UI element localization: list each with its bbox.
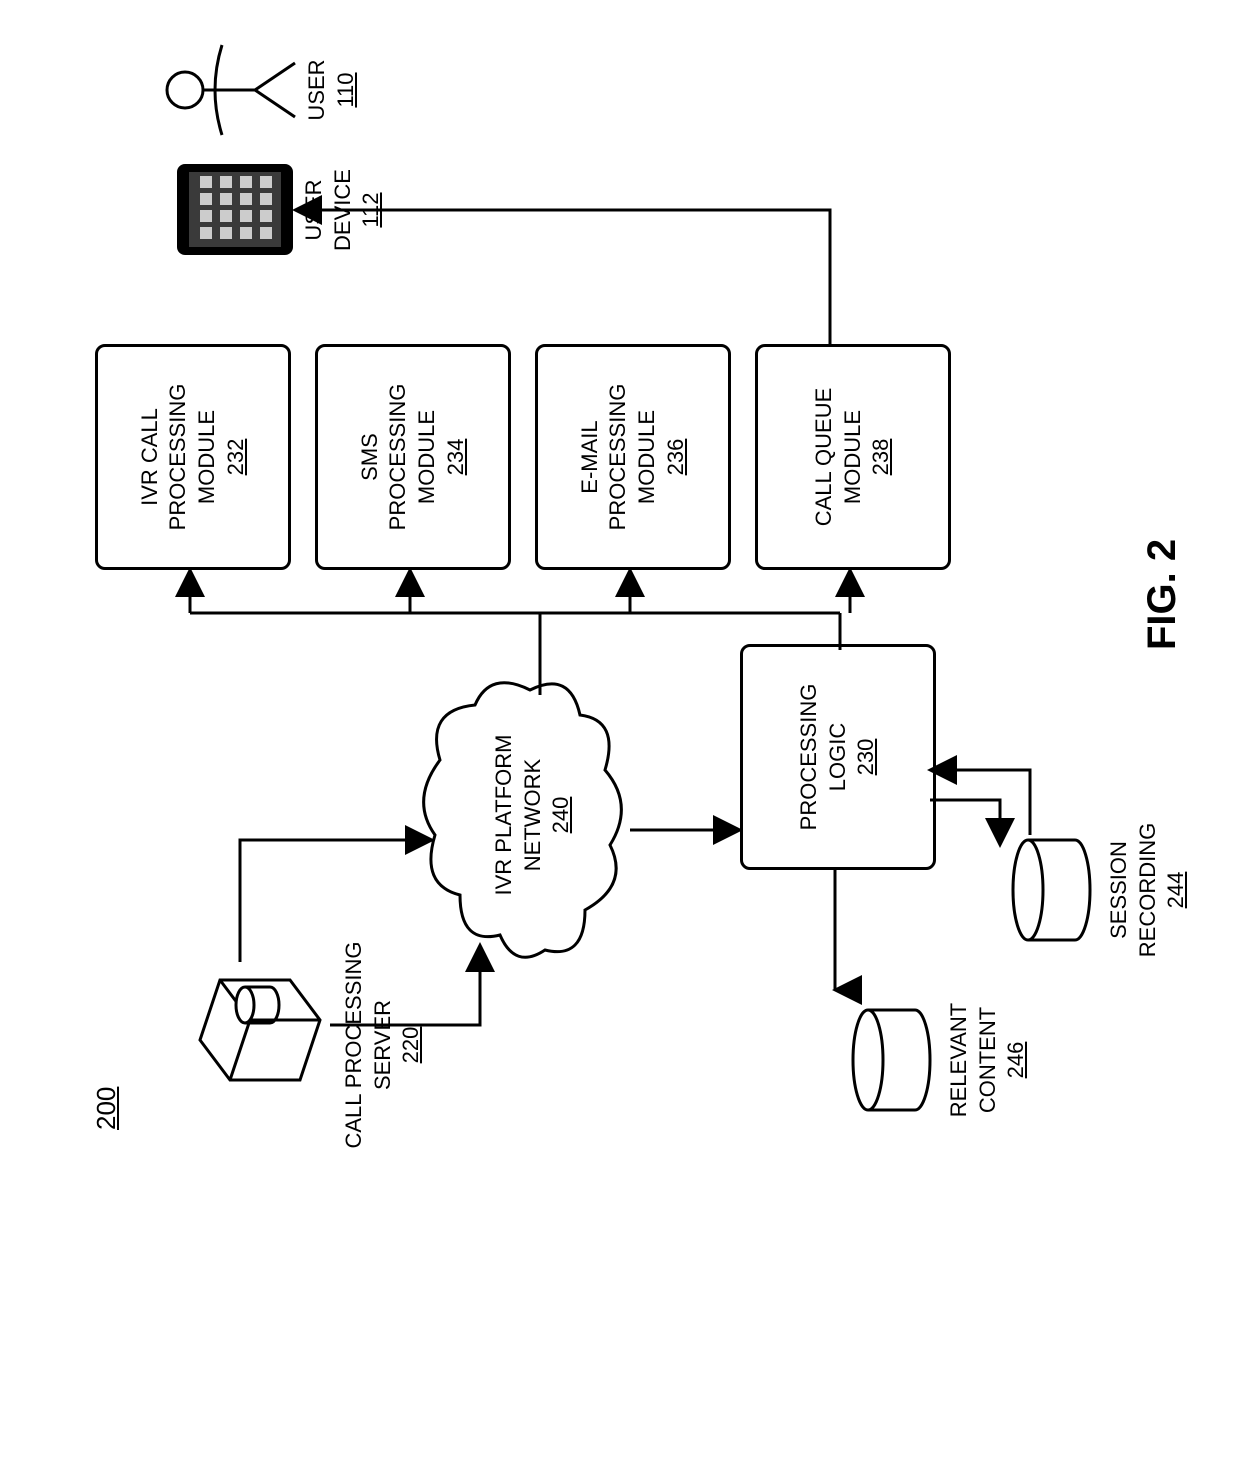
- relevant-content-db-icon: [850, 1000, 940, 1120]
- sms-module-box: SMS PROCESSING MODULE 234: [315, 344, 511, 570]
- call-queue-module-box: CALL QUEUE MODULE 238: [755, 344, 951, 570]
- user-device-label: USER DEVICE 112: [300, 160, 386, 260]
- relevant-content-label: RELEVANT CONTENT 246: [945, 975, 1031, 1145]
- figure-label: FIG. 2: [1140, 539, 1185, 650]
- figure-reference: 200: [90, 1087, 124, 1130]
- person-icon: [160, 35, 300, 145]
- processing-logic-box: PROCESSING LOGIC 230: [740, 644, 936, 870]
- ivr-call-module-box: IVR CALL PROCESSING MODULE 232: [95, 344, 291, 570]
- session-recording-label: SESSION RECORDING 244: [1105, 805, 1191, 975]
- email-module-box: E-MAIL PROCESSING MODULE 236: [535, 344, 731, 570]
- session-recording-db-icon: [1010, 830, 1100, 950]
- ivr-platform-network-label: IVR PLATFORM NETWORK 240: [490, 725, 576, 905]
- user-label: USER 110: [303, 50, 360, 130]
- server-icon: [190, 960, 330, 1100]
- tablet-icon: [175, 162, 295, 257]
